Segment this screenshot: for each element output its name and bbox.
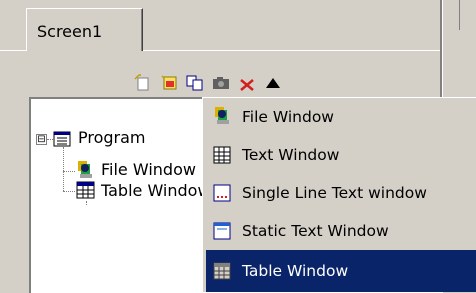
table-window-icon bbox=[76, 181, 95, 199]
add-window-icon bbox=[161, 75, 177, 90]
tree-line bbox=[86, 201, 88, 205]
camera-icon bbox=[213, 77, 229, 89]
menu-item-static-text-window[interactable]: Static Text Window bbox=[206, 212, 476, 250]
toolbar bbox=[132, 72, 310, 96]
menu-item-label: Text Window bbox=[242, 146, 340, 164]
menu-item-label: Single Line Text window bbox=[242, 184, 427, 202]
menu-item-text-window[interactable]: Text Window bbox=[206, 136, 476, 174]
collapse-toggle[interactable]: ⊟ bbox=[36, 134, 47, 145]
tree-item-label: Program bbox=[78, 128, 146, 147]
table-window-icon bbox=[213, 262, 231, 280]
tree-item-label: File Window bbox=[101, 160, 196, 179]
static-text-window-icon bbox=[213, 222, 231, 240]
delete-button[interactable] bbox=[236, 72, 258, 94]
tree-line bbox=[63, 171, 75, 173]
moon-icon bbox=[295, 78, 301, 90]
file-window-icon bbox=[215, 107, 229, 124]
tab-strip-line bbox=[0, 50, 26, 51]
menu-item-file-window[interactable]: File Window bbox=[206, 98, 476, 136]
tree-item-label: Table Window bbox=[101, 181, 211, 200]
move-up-icon bbox=[266, 78, 280, 88]
tree-line bbox=[63, 147, 65, 191]
menu-item-label: File Window bbox=[242, 108, 334, 126]
program-icon bbox=[53, 131, 71, 147]
menu-item-label: Static Text Window bbox=[242, 222, 389, 240]
copy-button[interactable] bbox=[184, 72, 206, 94]
new-item-button[interactable] bbox=[132, 72, 154, 94]
camera-button[interactable] bbox=[210, 72, 232, 94]
tab-strip-line bbox=[141, 50, 441, 51]
text-window-icon bbox=[213, 146, 231, 164]
delete-icon bbox=[240, 79, 254, 91]
menu-item-table-window[interactable]: Table Window bbox=[206, 250, 476, 292]
context-menu: File Window Text Window Single Line Text… bbox=[202, 97, 476, 292]
copy-icon bbox=[186, 75, 203, 91]
tab-label: Screen1 bbox=[37, 22, 103, 41]
menu-item-label: Table Window bbox=[242, 262, 349, 280]
panel-edge bbox=[459, 0, 460, 30]
tree-line bbox=[63, 191, 75, 193]
file-window-icon bbox=[78, 161, 92, 178]
moon-button[interactable] bbox=[288, 72, 310, 94]
move-up-button[interactable] bbox=[262, 72, 284, 94]
menu-item-single-line-text-window[interactable]: Single Line Text window bbox=[206, 174, 476, 212]
single-line-text-window-icon bbox=[213, 184, 231, 202]
new-item-icon bbox=[134, 74, 149, 91]
add-window-button[interactable] bbox=[158, 72, 180, 94]
tab-screen1[interactable]: Screen1 bbox=[26, 8, 143, 51]
